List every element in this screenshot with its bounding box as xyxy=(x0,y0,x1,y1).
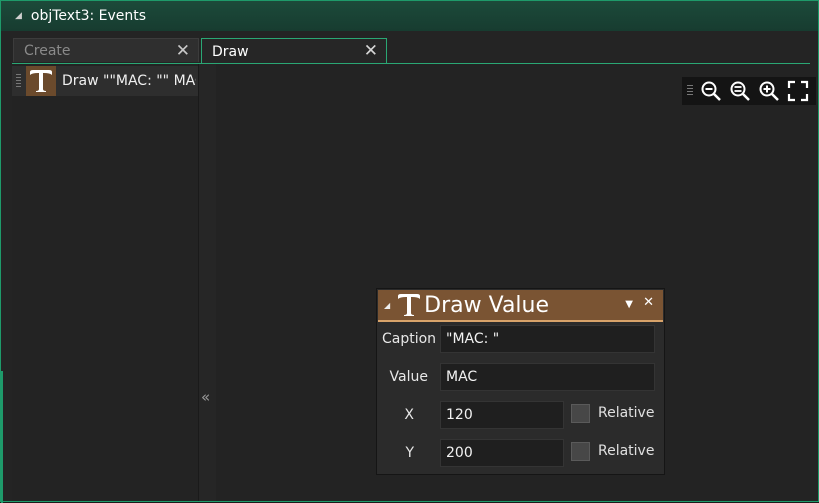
x-relative-label: Relative xyxy=(598,405,655,421)
panel-title: Draw Value xyxy=(424,292,550,318)
toolbar-grip-icon[interactable] xyxy=(687,85,693,97)
value-label: Value xyxy=(389,369,428,385)
zoom-reset-icon[interactable] xyxy=(728,79,752,103)
collapse-chevron-icon[interactable]: « xyxy=(201,388,210,406)
events-window: ◢ objText3: Events Create ✕ Draw ✕ Draw … xyxy=(0,0,819,503)
caption-label: Caption xyxy=(382,331,437,347)
action-label: Draw ""MAC: "" MAC xyxy=(62,73,196,89)
x-relative-checkbox[interactable] xyxy=(571,404,590,423)
zoom-out-icon[interactable] xyxy=(699,79,723,103)
y-label: Y xyxy=(405,445,414,461)
zoom-toolbar xyxy=(682,77,816,105)
y-relative-checkbox[interactable] xyxy=(571,442,590,461)
x-field[interactable]: 120 xyxy=(440,401,564,429)
y-field[interactable]: 200 xyxy=(440,439,564,467)
event-tabs: Create ✕ Draw ✕ xyxy=(12,38,810,64)
window-edge xyxy=(1,371,3,503)
window-titlebar[interactable]: ◢ objText3: Events xyxy=(1,1,818,31)
tab-draw-label: Draw xyxy=(212,43,249,60)
tab-create-label: Create xyxy=(24,42,71,59)
text-t-icon xyxy=(26,66,56,96)
text-t-icon xyxy=(396,292,422,318)
drag-grip-icon[interactable] xyxy=(14,74,24,88)
dropdown-arrow-icon[interactable]: ▼ xyxy=(625,299,633,310)
x-label: X xyxy=(404,407,414,423)
panel-collapse-icon[interactable]: ◢ xyxy=(384,301,390,310)
fit-screen-icon[interactable] xyxy=(786,79,810,103)
zoom-in-icon[interactable] xyxy=(757,79,781,103)
tab-create[interactable]: Create ✕ xyxy=(13,38,199,62)
list-item[interactable]: Draw ""MAC: "" MAC xyxy=(12,66,198,96)
panel-splitter[interactable]: « xyxy=(198,64,217,501)
y-relative-label: Relative xyxy=(598,443,655,459)
panel-close-icon[interactable]: ✕ xyxy=(643,295,654,310)
value-field[interactable]: MAC xyxy=(440,363,655,391)
draw-value-panel: ◢ Draw Value ▼ ✕ Caption "MAC: " Value M… xyxy=(376,288,665,475)
tab-draw-close-icon[interactable]: ✕ xyxy=(364,41,378,61)
collapse-triangle-icon[interactable]: ◢ xyxy=(15,11,22,21)
caption-field[interactable]: "MAC: " xyxy=(440,325,655,353)
panel-header[interactable]: ◢ Draw Value ▼ ✕ xyxy=(378,290,663,322)
tab-draw[interactable]: Draw ✕ xyxy=(201,38,387,64)
window-title: objText3: Events xyxy=(30,8,147,24)
action-list: Draw ""MAC: "" MAC xyxy=(12,64,198,501)
tab-create-close-icon[interactable]: ✕ xyxy=(176,41,190,61)
